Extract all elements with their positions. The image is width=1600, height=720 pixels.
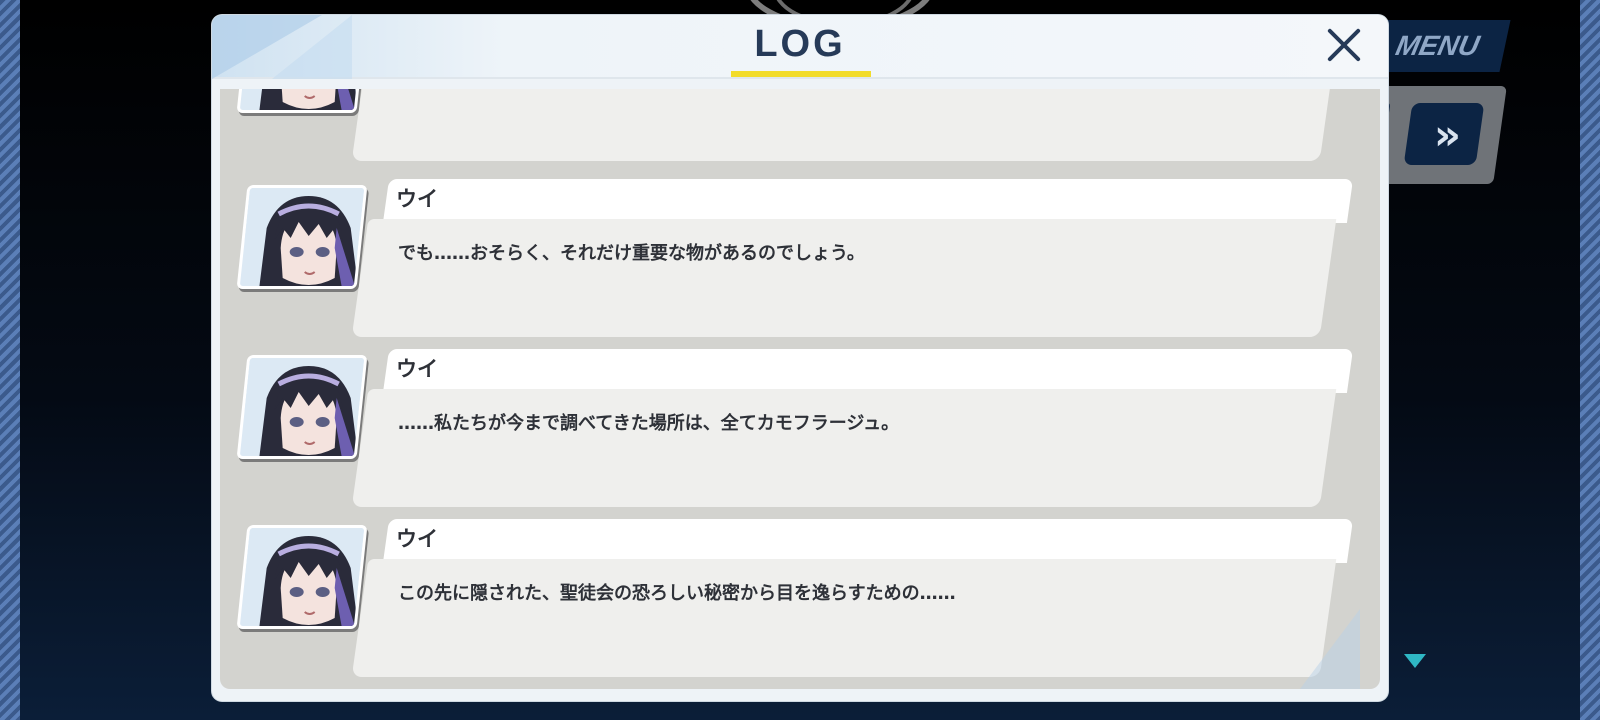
close-x-icon[interactable]	[1322, 23, 1366, 67]
character-portrait	[238, 528, 368, 629]
log-dialog: LOG 遺跡の調査に来たはずが、どうして山登りを……。 ウイでも……おそらく、そ…	[212, 15, 1388, 701]
speaker-name: ウイ	[396, 527, 438, 551]
log-list[interactable]: 遺跡の調査に来たはずが、どうして山登りを……。 ウイでも……おそらく、それだけ重…	[220, 89, 1380, 689]
message-box	[351, 89, 1337, 161]
message-text: ……私たちが今まで調べてきた場所は、全てカモフラージュ。	[398, 413, 900, 434]
message-box	[351, 559, 1337, 677]
character-portrait	[238, 358, 368, 459]
name-plate	[382, 179, 1354, 223]
message-text: この先に隠された、聖徒会の恐ろしい秘密から目を逸らすための……	[398, 583, 956, 604]
name-plate	[382, 349, 1354, 393]
name-plate	[382, 519, 1354, 563]
character-portrait	[238, 89, 368, 113]
portrait-frame	[236, 525, 368, 629]
right-border-stripes	[1580, 0, 1600, 720]
menu-label: MENU	[1393, 30, 1483, 61]
title-underline	[731, 71, 871, 77]
log-entry[interactable]: ウイ ……私たちが今まで調べてきた場所は、全てカモフラージュ。	[220, 349, 1380, 515]
character-portrait	[238, 188, 368, 289]
speaker-name: ウイ	[396, 357, 438, 381]
left-border-stripes	[0, 0, 20, 720]
corner-decoration	[1300, 609, 1360, 689]
log-entry[interactable]: 遺跡の調査に来たはずが、どうして山登りを……。	[220, 89, 1380, 169]
speaker-name: ウイ	[396, 187, 438, 211]
log-entry[interactable]: ウイでも……おそらく、それだけ重要な物があるのでしょう。	[220, 179, 1380, 345]
log-body[interactable]: 遺跡の調査に来たはずが、どうして山登りを……。 ウイでも……おそらく、それだけ重…	[220, 89, 1380, 689]
message-box	[351, 389, 1337, 507]
fast-forward-button[interactable]: »	[1403, 103, 1485, 165]
fast-forward-icon: »	[1434, 109, 1454, 159]
portrait-frame	[236, 89, 368, 113]
message-text: でも……おそらく、それだけ重要な物があるのでしょう。	[398, 243, 865, 264]
portrait-frame	[236, 355, 368, 459]
log-header: LOG	[212, 15, 1388, 79]
next-triangle-icon	[1404, 654, 1426, 668]
message-box	[351, 219, 1337, 337]
portrait-frame	[236, 185, 368, 289]
log-entry[interactable]: ウイこの先に隠された、聖徒会の恐ろしい秘密から目を逸らすための……	[220, 519, 1380, 685]
log-title: LOG	[754, 23, 846, 65]
